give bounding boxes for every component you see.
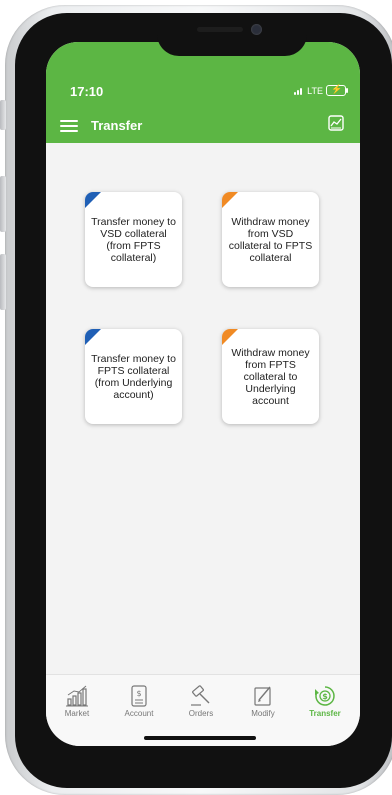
nav-modify[interactable]: Modify [232, 685, 294, 718]
app-header: 17:10 LTE ⚡ Transfer [46, 42, 360, 143]
phone-side-button [0, 176, 6, 232]
status-bar-right: LTE ⚡ [294, 84, 348, 96]
svg-text:$: $ [322, 692, 328, 701]
home-indicator [144, 736, 256, 740]
nav-label: Modify [251, 709, 275, 718]
nav-account[interactable]: $ Account [108, 685, 170, 718]
phone-side-button [0, 100, 6, 130]
phone-side-button [0, 254, 6, 310]
transfer-vsd-from-fpts-tile[interactable]: Transfer money to VSD collateral (from F… [85, 192, 182, 287]
menu-icon[interactable] [60, 120, 78, 133]
tile-label: Transfer money to VSD collateral (from F… [91, 215, 176, 264]
nav-transfer[interactable]: $ Transfer [294, 685, 356, 718]
nav-label: Transfer [309, 709, 341, 718]
app-screen: 17:10 LTE ⚡ Transfer Transfer money to V… [46, 42, 360, 746]
withdraw-vsd-to-fpts-tile[interactable]: Withdraw money from VSD collateral to FP… [222, 192, 319, 287]
orders-icon [191, 685, 210, 706]
network-label: LTE [307, 85, 323, 96]
page-title: Transfer [91, 118, 143, 133]
transfer-icon: $ [315, 686, 335, 706]
tile-label: Transfer money to FPTS collateral (from … [91, 352, 176, 401]
nav-orders[interactable]: Orders [170, 685, 232, 718]
nav-market[interactable]: Market [46, 685, 108, 718]
tile-label: Withdraw money from VSD collateral to FP… [228, 215, 313, 264]
chart-icon[interactable] [328, 115, 344, 131]
nav-label: Orders [188, 709, 214, 718]
svg-text:$: $ [136, 689, 141, 698]
withdraw-fpts-to-underlying-tile[interactable]: Withdraw money from FPTS collateral to U… [222, 329, 319, 424]
status-time: 17:10 [70, 84, 104, 99]
front-camera [251, 24, 262, 35]
battery-icon: ⚡ [326, 84, 348, 96]
speaker-grille [197, 27, 243, 32]
phone-notch [157, 13, 307, 56]
signal-icon [294, 87, 304, 95]
transfer-fpts-from-underlying-tile[interactable]: Transfer money to FPTS collateral (from … [85, 329, 182, 424]
account-icon: $ [131, 685, 147, 707]
modify-icon [254, 686, 271, 706]
market-icon [66, 685, 88, 707]
nav-label: Account [124, 709, 154, 718]
tile-label: Withdraw money from FPTS collateral to U… [231, 346, 310, 407]
nav-label: Market [64, 709, 90, 718]
